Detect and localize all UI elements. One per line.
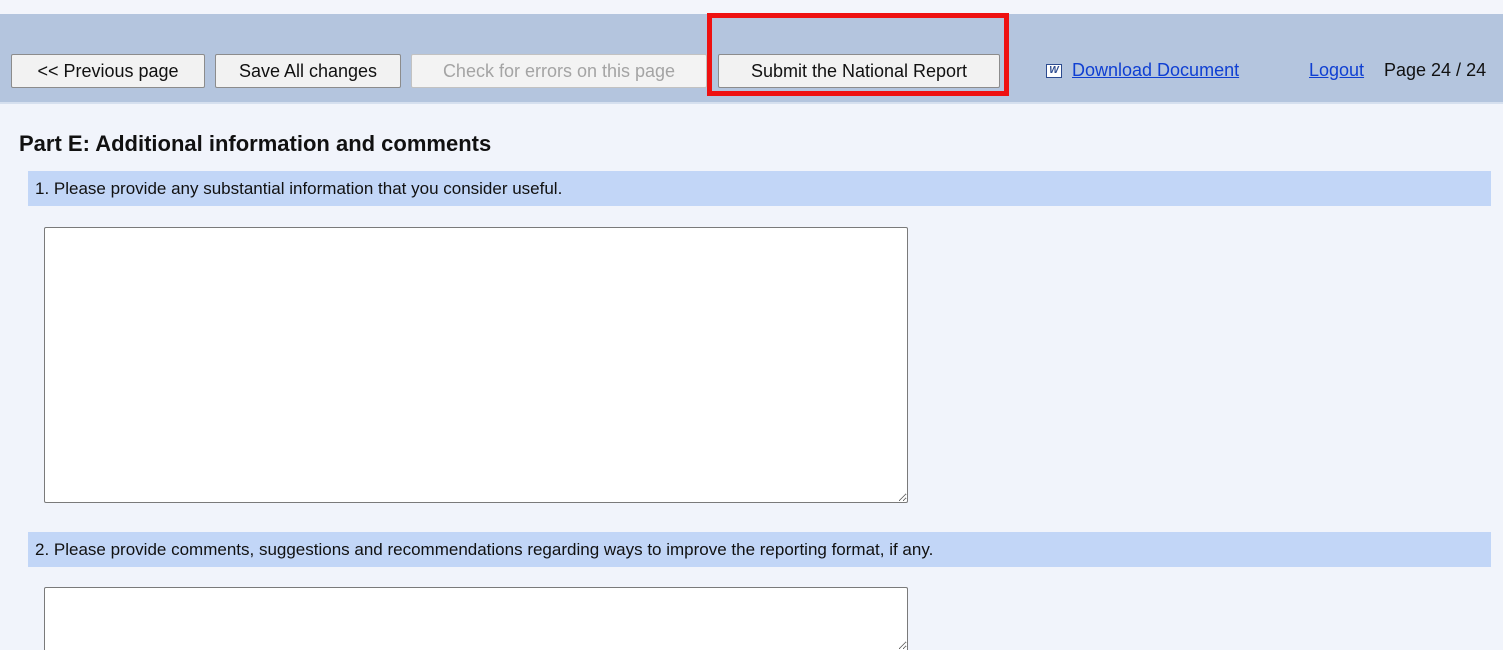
top-strip	[0, 0, 1503, 14]
previous-page-button[interactable]: << Previous page	[11, 54, 205, 88]
word-document-icon: W	[1046, 64, 1062, 78]
question-2-header: 2. Please provide comments, suggestions …	[28, 532, 1491, 567]
logout-link[interactable]: Logout	[1309, 60, 1364, 81]
download-document-link[interactable]: Download Document	[1072, 60, 1239, 81]
submit-national-report-button[interactable]: Submit the National Report	[718, 54, 1000, 88]
page-title: Part E: Additional information and comme…	[19, 131, 492, 156]
question-1-label: 1. Please provide any substantial inform…	[35, 179, 563, 198]
question-1-header: 1. Please provide any substantial inform…	[28, 171, 1491, 206]
toolbar: << Previous page Save All changes Check …	[0, 14, 1503, 104]
question-2-label: 2. Please provide comments, suggestions …	[35, 540, 934, 559]
question-2-textarea[interactable]	[44, 587, 908, 650]
page-indicator: Page 24 / 24	[1384, 60, 1487, 80]
check-errors-button: Check for errors on this page	[411, 54, 707, 88]
save-all-changes-button[interactable]: Save All changes	[215, 54, 401, 88]
question-1-textarea[interactable]	[44, 227, 908, 503]
